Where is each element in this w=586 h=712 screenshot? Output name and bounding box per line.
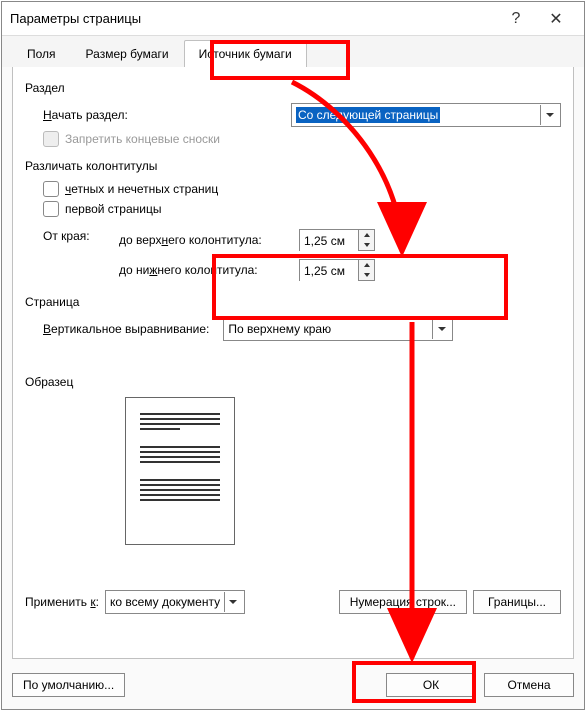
from-edge-label: От края: xyxy=(43,229,113,243)
preview-page xyxy=(125,397,235,545)
section-start-value: Со следующей страницы xyxy=(296,107,440,123)
line-numbers-button[interactable]: Нумерация строк... xyxy=(339,590,467,614)
hf-group-label: Различать колонтитулы xyxy=(25,159,561,173)
valign-value: По верхнему краю xyxy=(228,322,331,336)
help-button[interactable]: ? xyxy=(496,4,536,34)
odd-even-checkbox[interactable] xyxy=(43,181,59,197)
odd-even-label: четных и нечетных страниц xyxy=(65,182,218,196)
page-group-label: Страница xyxy=(25,295,561,309)
close-button[interactable]: ✕ xyxy=(536,4,576,34)
cancel-button[interactable]: Отмена xyxy=(484,673,574,697)
first-page-checkbox[interactable] xyxy=(43,201,59,217)
apply-to-label: Применить к: xyxy=(25,595,99,609)
tab-paper-size[interactable]: Размер бумаги xyxy=(71,40,184,67)
chevron-down-icon xyxy=(540,105,558,125)
spin-down-icon[interactable] xyxy=(359,240,374,250)
tab-paper-source[interactable]: Источник бумаги xyxy=(184,40,307,67)
ok-button[interactable]: ОК xyxy=(386,673,476,697)
spin-up-icon[interactable] xyxy=(359,260,374,270)
header-distance-input[interactable] xyxy=(300,230,358,252)
valign-label: Вертикальное выравнивание: xyxy=(43,322,209,336)
suppress-endnotes-checkbox xyxy=(43,131,59,147)
section-group-label: Раздел xyxy=(25,81,561,95)
chevron-down-icon xyxy=(432,319,450,339)
suppress-endnotes-label: Запретить концевые сноски xyxy=(65,132,220,146)
spin-down-icon[interactable] xyxy=(359,270,374,280)
apply-to-select[interactable]: ко всему документу xyxy=(105,590,245,614)
footer-distance-input[interactable] xyxy=(300,260,358,282)
title-bar: Параметры страницы ? ✕ xyxy=(2,2,584,36)
spin-up-icon[interactable] xyxy=(359,230,374,240)
footer-distance-spinner[interactable] xyxy=(299,259,375,281)
content-area: Раздел Начать раздел: Со следующей стран… xyxy=(12,67,574,659)
tab-strip: Поля Размер бумаги Источник бумаги xyxy=(2,36,584,67)
apply-to-value: ко всему документу xyxy=(110,595,220,609)
valign-select[interactable]: По верхнему краю xyxy=(223,317,453,341)
header-distance-label: до верхнего колонтитула: xyxy=(119,233,299,247)
window-title: Параметры страницы xyxy=(10,11,496,26)
section-start-select[interactable]: Со следующей страницы xyxy=(291,103,561,127)
page-setup-dialog: Параметры страницы ? ✕ Поля Размер бумаг… xyxy=(1,1,585,710)
borders-button[interactable]: Границы... xyxy=(473,590,561,614)
dialog-footer: По умолчанию... ОК Отмена xyxy=(12,673,574,697)
default-button[interactable]: По умолчанию... xyxy=(12,673,125,697)
section-start-label: Начать раздел: xyxy=(43,108,128,122)
header-distance-spinner[interactable] xyxy=(299,229,375,251)
first-page-label: первой страницы xyxy=(65,202,161,216)
footer-distance-label: до нижнего колонтитула: xyxy=(119,263,299,277)
preview-label: Образец xyxy=(25,375,561,389)
chevron-down-icon xyxy=(224,592,242,612)
tab-fields[interactable]: Поля xyxy=(12,40,71,67)
